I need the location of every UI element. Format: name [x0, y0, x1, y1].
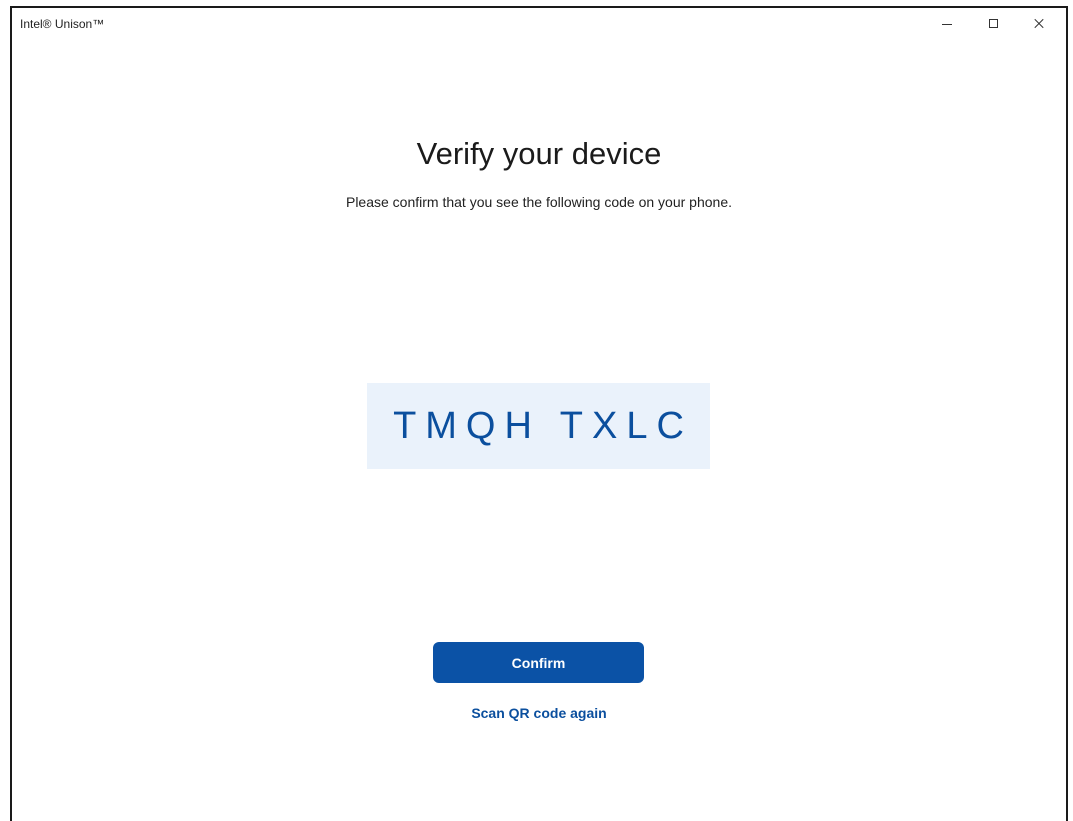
title-bar[interactable]: Intel® Unison™ — [12, 8, 1066, 38]
verify-instructions: Please confirm that you see the followin… — [345, 194, 733, 210]
scan-qr-again-link[interactable]: Scan QR code again — [12, 705, 1066, 721]
verification-code: TMQH TXLC — [393, 404, 693, 447]
window-title: Intel® Unison™ — [20, 17, 105, 31]
page-title: Verify your device — [416, 136, 662, 171]
minimize-icon — [942, 23, 952, 25]
maximize-icon — [988, 19, 998, 28]
verification-code-box: TMQH TXLC — [367, 383, 710, 469]
close-icon — [1033, 18, 1045, 30]
confirm-button[interactable]: Confirm — [433, 642, 644, 683]
maximize-button[interactable] — [970, 8, 1016, 38]
close-button[interactable] — [1016, 8, 1062, 38]
minimize-button[interactable] — [924, 8, 970, 38]
app-window: Intel® Unison™ Verify your device Please… — [10, 6, 1068, 821]
